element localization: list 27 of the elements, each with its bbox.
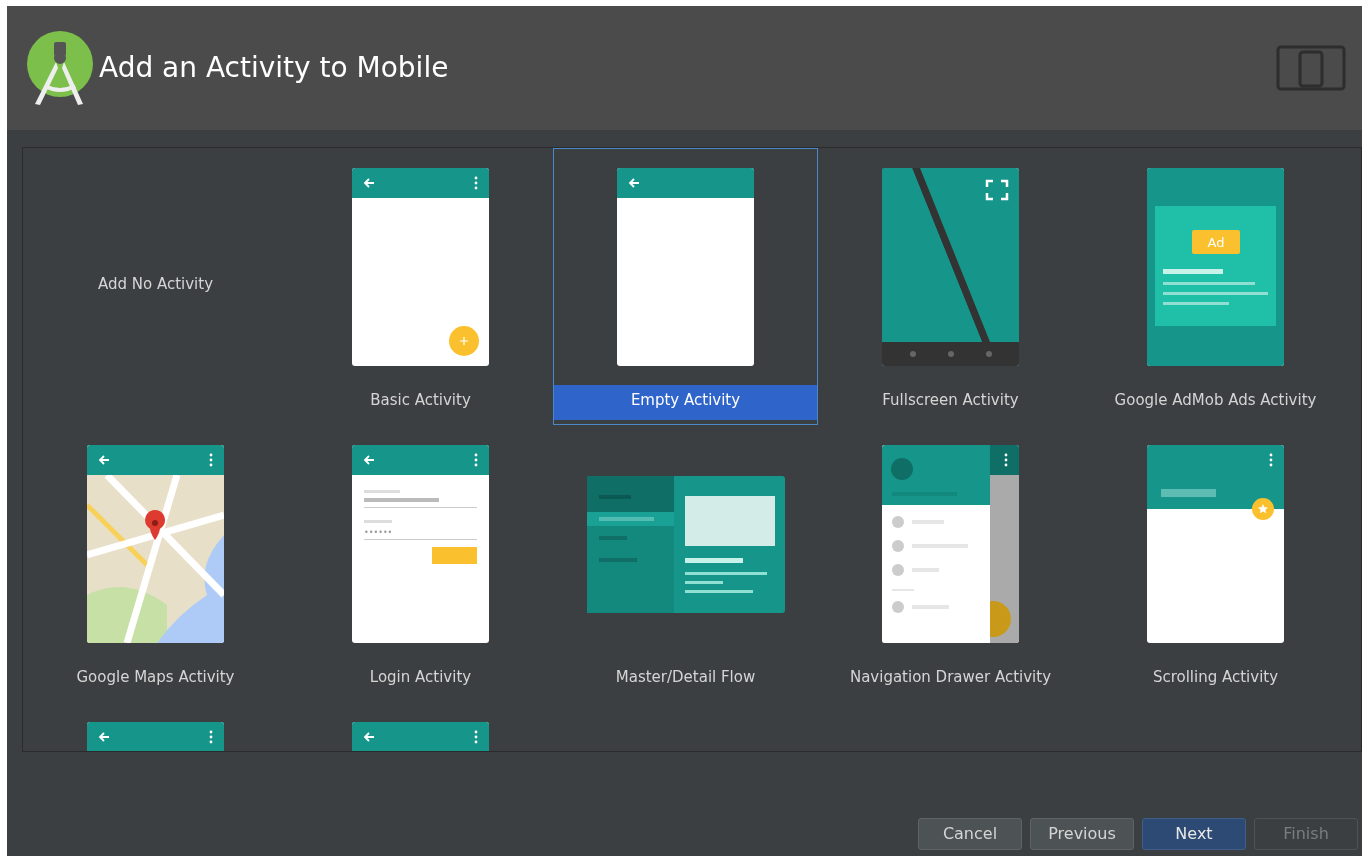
template-option[interactable]: Master/Detail Flow [553,425,818,702]
template-label: Add No Activity [96,274,215,296]
template-option[interactable]: •••••• Login Activity [288,425,553,702]
template-option[interactable]: Add No Activity [23,148,288,425]
template-label: Fullscreen Activity [881,390,1020,411]
template-option[interactable]: Navigation Drawer Activity [818,425,1083,702]
dialog-button[interactable]: Next [1142,818,1246,850]
template-option[interactable]: Scrolling Activity [1083,425,1348,702]
device-icon [1276,45,1346,91]
template-label: Google AdMob Ads Activity [1113,390,1318,411]
template-option[interactable]: Empty Activity [553,148,818,425]
window-title: Add an Activity to Mobile [99,50,449,86]
template-option[interactable]: Fullscreen Activity [818,148,1083,425]
template-label: Login Activity [368,667,473,688]
template-option[interactable]: Basic Activity [288,148,553,425]
template-label: Empty Activity [554,385,817,420]
template-option[interactable]: Google Maps Activity [23,425,288,702]
dialog-button[interactable]: Cancel [918,818,1022,850]
activity-preview-drawing: •••••• [352,445,489,643]
template-label: Basic Activity [369,390,472,411]
template-label: Google Maps Activity [75,667,236,688]
dialog-button[interactable]: Previous [1030,818,1134,850]
activity-preview-drawing: Ad [1147,168,1284,366]
template-label: Navigation Drawer Activity [848,667,1053,688]
template-option[interactable]: Ad Google AdMob Ads Activity [1083,148,1348,425]
template-label: Scrolling Activity [1151,667,1280,688]
template-label: Master/Detail Flow [614,667,757,688]
